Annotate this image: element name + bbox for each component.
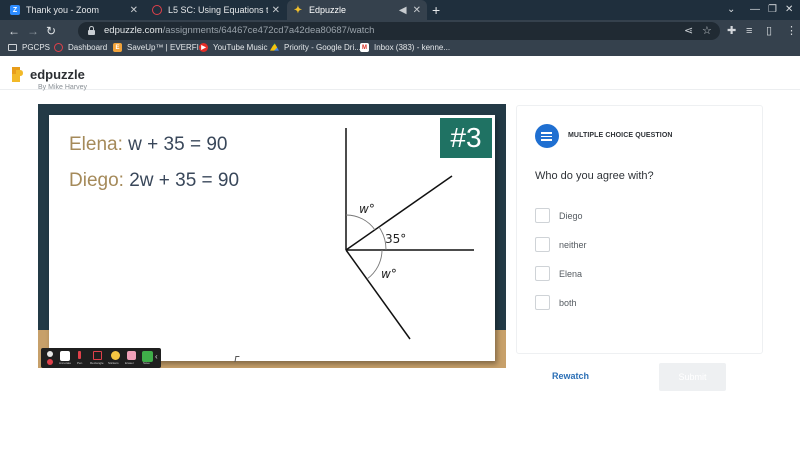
rectangle-label: Rectangle xyxy=(90,361,104,365)
tab-title: Thank you - Zoom xyxy=(26,5,100,15)
question-panel: MULTIPLE CHOICE QUESTION Who do you agre… xyxy=(516,105,763,354)
youtube-music-icon: ▶ xyxy=(199,43,208,52)
rewatch-button[interactable]: Rewatch xyxy=(552,371,589,381)
angle-label-top: w° xyxy=(359,202,375,216)
minimize-icon[interactable]: — xyxy=(750,2,760,18)
close-window-icon[interactable]: ✕ xyxy=(785,2,793,18)
forward-icon[interactable]: → xyxy=(27,23,39,39)
option-label: Diego xyxy=(559,211,583,221)
lock-icon xyxy=(88,26,95,35)
close-tab-icon[interactable]: ✕ xyxy=(130,5,138,16)
edpuzzle-header: edpuzzle xyxy=(0,56,800,90)
video-slide: Elena: w + 35 = 90 Diego: 2w + 35 = 90 w… xyxy=(49,115,495,362)
arc-bottom xyxy=(366,249,383,280)
bookmark-youtube-music[interactable]: ▶ YouTube Music xyxy=(199,43,268,52)
bookmark-star-icon[interactable]: ☆ xyxy=(702,24,712,38)
maximize-icon[interactable]: ❐ xyxy=(768,2,777,18)
bookmark-pgcps[interactable]: PGCPS xyxy=(8,43,50,52)
edpuzzle-icon: ✦ xyxy=(293,4,303,16)
bookmark-everfi[interactable]: E SaveUp™ | EVERFI... xyxy=(113,43,206,52)
stickers-tool-icon[interactable] xyxy=(111,351,120,360)
tab-search-icon[interactable]: ⌄ xyxy=(727,2,735,18)
option-elena[interactable]: Elena xyxy=(535,266,735,282)
lower-ray xyxy=(345,249,411,340)
question-type-label: MULTIPLE CHOICE QUESTION xyxy=(568,132,673,139)
angle-diagram: w° 35° w° xyxy=(345,128,474,340)
back-icon[interactable]: ← xyxy=(8,23,20,39)
bookmark-dashboard[interactable]: Dashboard xyxy=(54,43,107,52)
share-icon[interactable]: ⋖ xyxy=(684,24,693,38)
pen-label: Pen xyxy=(77,361,83,365)
option-label: both xyxy=(559,298,577,308)
mouse-tool-icon[interactable] xyxy=(47,351,53,357)
browser-toolbar: ← → ↻ edpuzzle.com/assignments/64467ce47… xyxy=(0,20,800,42)
dashboard-icon xyxy=(54,43,63,52)
option-diego[interactable]: Diego xyxy=(535,208,735,224)
close-tab-icon[interactable]: ✕ xyxy=(272,5,280,16)
video-player[interactable]: Elena: w + 35 = 90 Diego: 2w + 35 = 90 w… xyxy=(38,104,506,368)
tab-title: Edpuzzle xyxy=(309,5,347,15)
bookmark-inbox[interactable]: M Inbox (383) - kenne... xyxy=(360,43,450,52)
zoom-icon: Z xyxy=(10,5,20,15)
menu-extension-icon[interactable]: ≡ xyxy=(746,23,752,39)
address-bar[interactable]: edpuzzle.com/assignments/64467ce472cd7a4… xyxy=(78,22,720,40)
reload-icon[interactable]: ↻ xyxy=(46,23,56,39)
tab-lesson[interactable]: L5 SC: Using Equations to Solve ✕ xyxy=(146,0,286,20)
tab-title: L5 SC: Using Equations to Solve xyxy=(168,5,268,15)
tab-edpuzzle[interactable]: ✦ Edpuzzle ◀ ✕ xyxy=(287,0,427,20)
side-panel-icon[interactable]: ▯ xyxy=(766,23,772,39)
brand-name[interactable]: edpuzzle xyxy=(30,67,85,82)
gmail-icon: M xyxy=(360,43,369,52)
stop-annotate-icon[interactable] xyxy=(47,359,53,365)
option-checkbox[interactable] xyxy=(535,237,550,252)
eraser-tool-icon[interactable] xyxy=(127,351,136,360)
save-label: Save xyxy=(143,361,150,365)
new-tab-button[interactable]: + xyxy=(432,2,440,18)
annotate-tool-icon[interactable] xyxy=(60,351,70,361)
folder-icon xyxy=(8,44,17,51)
eraser-label: Eraser xyxy=(125,361,134,365)
url-text[interactable]: edpuzzle.com/assignments/64467ce472cd7a4… xyxy=(104,25,374,36)
submit-button[interactable]: Submit xyxy=(659,363,726,391)
more-menu-icon[interactable]: ⋮ xyxy=(786,23,797,39)
question-prompt: Who do you agree with? xyxy=(535,170,654,182)
option-checkbox[interactable] xyxy=(535,295,550,310)
google-drive-icon xyxy=(270,43,279,51)
rectangle-tool-icon[interactable] xyxy=(93,351,102,360)
edpuzzle-logo-icon[interactable] xyxy=(10,66,25,83)
option-checkbox[interactable] xyxy=(535,266,550,281)
zoom-annotation-toolbar: Annotate Pen Rectangle Stickers Eraser S… xyxy=(41,348,161,368)
angle-label-bottom: w° xyxy=(381,267,397,281)
video-author: By Mike Harvey xyxy=(38,84,88,91)
pen-tool-icon[interactable] xyxy=(78,351,81,359)
bookmarks-bar: PGCPS Dashboard E SaveUp™ | EVERFI... ▶ … xyxy=(0,42,800,56)
option-neither[interactable]: neither xyxy=(535,237,735,253)
stickers-label: Stickers xyxy=(108,361,119,365)
collapse-toolbar-icon[interactable]: ‹ xyxy=(155,352,158,361)
browser-tab-strip: Z Thank you - Zoom ✕ L5 SC: Using Equati… xyxy=(0,0,800,20)
angle-label-middle: 35° xyxy=(385,232,406,246)
multiple-choice-icon xyxy=(535,124,559,148)
bookmark-priority[interactable]: Priority - Google Dri... xyxy=(270,43,361,52)
everfi-icon: E xyxy=(113,43,122,52)
loading-spinner-icon xyxy=(152,5,162,15)
option-label: Elena xyxy=(559,269,583,279)
annotate-label: Annotate xyxy=(59,361,72,365)
option-both[interactable]: both xyxy=(535,295,735,311)
slide-number-badge: #3 xyxy=(440,118,492,158)
arc-top xyxy=(345,214,376,231)
extensions-icon[interactable]: ✚ xyxy=(727,23,736,39)
close-tab-icon[interactable]: ✕ xyxy=(413,5,421,16)
tab-zoom[interactable]: Z Thank you - Zoom ✕ xyxy=(4,0,144,20)
option-checkbox[interactable] xyxy=(535,208,550,223)
audio-icon[interactable]: ◀ xyxy=(399,5,407,16)
option-label: neither xyxy=(559,240,587,250)
